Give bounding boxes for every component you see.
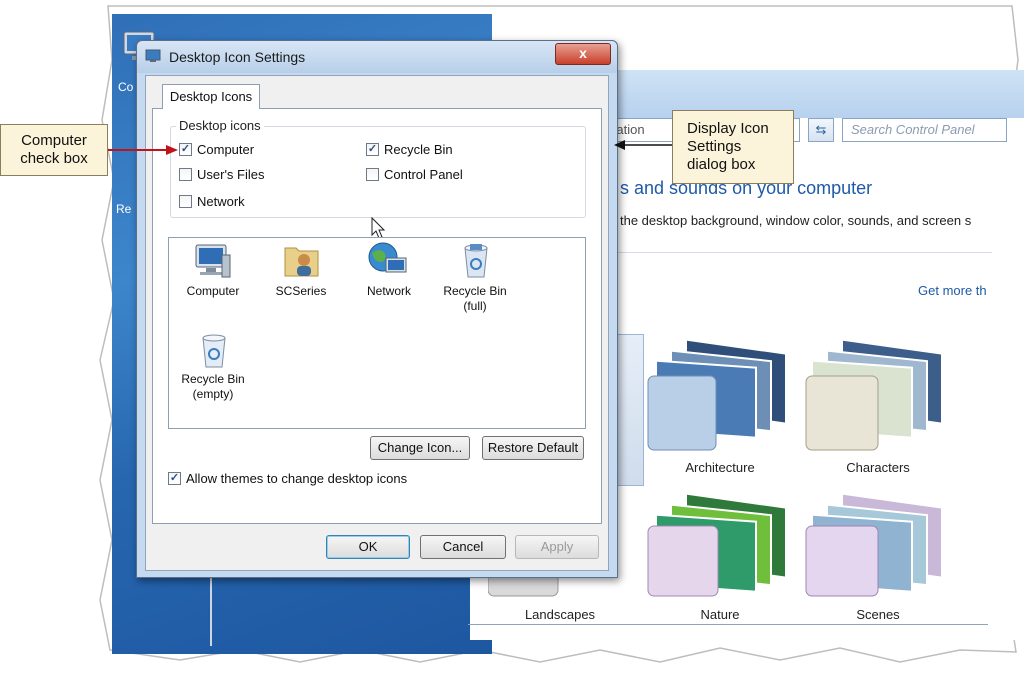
ok-button[interactable]: OK xyxy=(326,535,410,559)
icon-label: Computer xyxy=(186,284,240,298)
dialog-titlebar[interactable]: Desktop Icon Settings x xyxy=(137,41,617,73)
callout-line: dialog box xyxy=(687,156,756,173)
search-input[interactable]: Search Control Panel xyxy=(842,118,1007,142)
callout-arrow-dialog xyxy=(614,140,672,150)
get-more-themes-link[interactable]: Get more th xyxy=(918,283,987,298)
callout-line: check box xyxy=(20,150,88,167)
callout-display-dialog: Display Icon Settings dialog box xyxy=(672,110,794,184)
cancel-button[interactable]: Cancel xyxy=(420,535,506,559)
icon-label: Network xyxy=(366,284,411,298)
checkbox-label: Computer xyxy=(197,142,255,157)
checkbox-label: Recycle Bin xyxy=(384,142,453,157)
desktop-icon-label: Re xyxy=(116,202,132,216)
change-icon-button[interactable]: Change Icon... xyxy=(370,436,470,460)
page-subtitle: the desktop background, window color, so… xyxy=(620,213,972,228)
recycle-bin-empty-icon[interactable] xyxy=(198,330,230,375)
theme-label: Scenes xyxy=(856,607,900,622)
checkbox-label: Control Panel xyxy=(384,167,463,182)
restore-default-button[interactable]: Restore Default xyxy=(482,436,584,460)
theme-characters[interactable] xyxy=(802,330,952,460)
callout-computer-check-box: Computer check box xyxy=(0,124,108,176)
callout-line: Computer xyxy=(21,132,87,149)
callout-arrow-computer xyxy=(108,145,178,155)
recycle-bin-full-icon[interactable] xyxy=(460,240,492,285)
theme-label: Architecture xyxy=(685,460,755,475)
apply-button[interactable]: Apply xyxy=(515,535,599,559)
theme-nature[interactable] xyxy=(646,486,796,598)
user-folder-icon[interactable] xyxy=(282,240,322,285)
allow-themes-checkbox[interactable]: ✓ xyxy=(168,472,181,485)
icon-label-line: (empty) xyxy=(192,387,234,401)
icon-label: Recycle Bin (empty) xyxy=(168,372,258,402)
divider xyxy=(468,624,988,625)
dialog-title: Desktop Icon Settings xyxy=(169,49,306,65)
icon-label-line: (full) xyxy=(463,299,487,313)
group-legend: Desktop icons xyxy=(176,118,264,133)
tab-desktop-icons[interactable]: Desktop Icons xyxy=(162,84,260,109)
recycle-bin-checkbox[interactable]: ✓ xyxy=(366,143,379,156)
theme-architecture[interactable] xyxy=(646,330,796,460)
divider xyxy=(210,576,212,646)
theme-label: Nature xyxy=(700,607,740,622)
theme-scenes[interactable] xyxy=(802,486,952,598)
close-button[interactable]: x xyxy=(555,43,611,65)
checkbox-label: User's Files xyxy=(197,167,265,182)
checkbox-label: Allow themes to change desktop icons xyxy=(186,471,408,486)
network-icon[interactable] xyxy=(366,240,408,285)
desktop-icon-label: Co xyxy=(118,80,134,94)
dialog-app-icon xyxy=(145,49,161,63)
computer-icon[interactable] xyxy=(192,243,234,284)
users-files-checkbox[interactable] xyxy=(179,168,192,181)
torn-page-frame: Co Re ization ▾ ⇆ Search Control Panel s… xyxy=(0,0,1024,674)
theme-label: Landscapes xyxy=(524,607,596,622)
icon-label: SCSeries xyxy=(275,284,327,298)
callout-line: Settings xyxy=(687,138,742,155)
callout-line: Display Icon xyxy=(687,120,769,137)
theme-label: Characters xyxy=(846,460,910,475)
icon-label-line: Recycle Bin xyxy=(181,372,245,386)
icon-label: Recycle Bin (full) xyxy=(430,284,520,314)
refresh-icon[interactable]: ⇆ xyxy=(808,118,834,142)
control-panel-checkbox[interactable] xyxy=(366,168,379,181)
network-checkbox[interactable] xyxy=(179,195,192,208)
checkbox-label: Network xyxy=(197,194,245,209)
icon-label-line: Recycle Bin xyxy=(443,284,507,298)
